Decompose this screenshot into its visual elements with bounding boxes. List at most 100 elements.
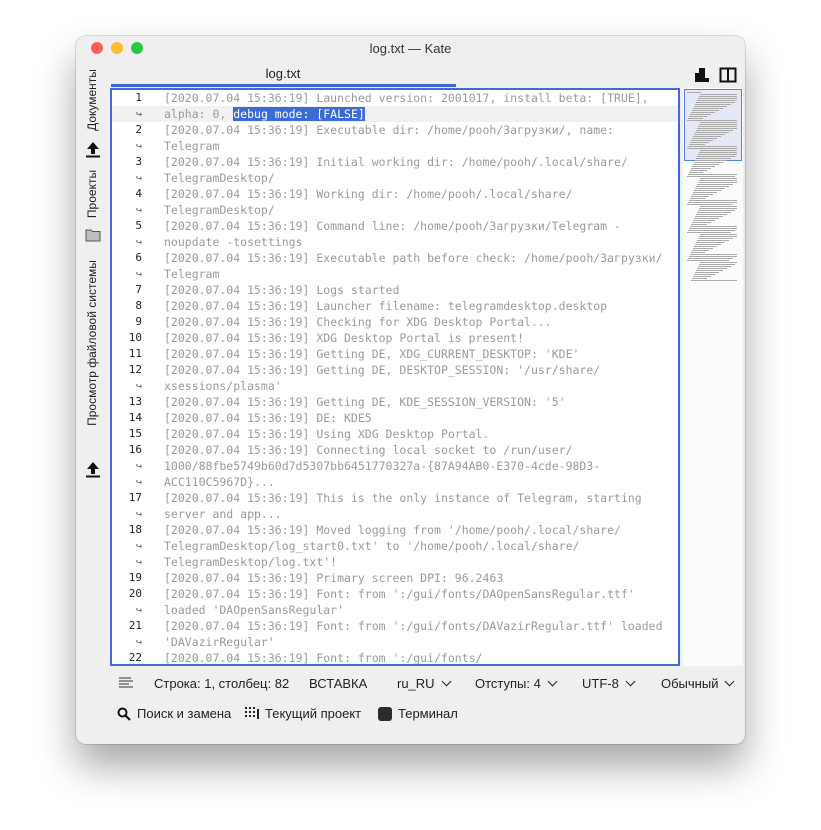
tab-label: log.txt: [265, 66, 301, 81]
editor-line-wrapped[interactable]: ↪ Telegram: [112, 266, 678, 282]
selected-text: debug mode: [FALSE]: [233, 107, 365, 121]
split-vertical-icon[interactable]: [719, 67, 737, 83]
indent-select[interactable]: Отступы: 4: [475, 676, 558, 691]
editor-line[interactable]: 20 [2020.07.04 15:36:19] Font: from ':/gu…: [112, 586, 678, 602]
minimap-line: [697, 268, 727, 269]
wrap-marker-icon: ↪: [135, 605, 142, 616]
minimap-line: [692, 194, 713, 195]
line-text: noupdate -tosettings: [164, 235, 303, 249]
document-icon[interactable]: [119, 677, 133, 689]
line-text: [2020.07.04 15:36:19] Initial working di…: [164, 155, 628, 169]
minimap-line: [689, 116, 707, 117]
minimap-line: [691, 168, 711, 169]
minimap-line: [693, 248, 713, 249]
editor-line[interactable]: 18 [2020.07.04 15:36:19] Moved logging fr…: [112, 522, 678, 538]
minimap[interactable]: [683, 88, 743, 666]
title-bar: log.txt — Kate: [76, 36, 745, 60]
line-text: TelegramDesktop/log.txt'!: [164, 555, 338, 569]
editor-line-wrapped[interactable]: ↪ alpha: 0, debug mode: [FALSE]: [112, 106, 678, 122]
editor-line-wrapped[interactable]: ↪ Telegram: [112, 138, 678, 154]
minimap-line: [691, 112, 715, 113]
minimap-line: [696, 158, 731, 159]
editor-line[interactable]: 4 [2020.07.04 15:36:19] Working dir: /hom…: [112, 186, 678, 202]
editor-line[interactable]: 11 [2020.07.04 15:36:19] Getting DE, XDG_…: [112, 346, 678, 362]
minimap-line: [692, 166, 715, 167]
editor-line[interactable]: 16 [2020.07.04 15:36:19] Connecting local…: [112, 442, 678, 458]
cursor-position[interactable]: Строка: 1, столбец: 82: [154, 676, 289, 691]
editor-line[interactable]: 3 [2020.07.04 15:36:19] Initial working d…: [112, 154, 678, 170]
editor-line[interactable]: 13 [2020.07.04 15:36:19] Getting DE, KDE_…: [112, 394, 678, 410]
editor-line-wrapped[interactable]: ↪ 1000/88fbe5749b60d7d5307bb6451770327a-{…: [112, 458, 678, 474]
editor-line[interactable]: 9 [2020.07.04 15:36:19] Checking for XDG …: [112, 314, 678, 330]
minimap-line: [691, 140, 713, 141]
editor-line[interactable]: 5 [2020.07.04 15:36:19] Command line: /ho…: [112, 218, 678, 234]
editor-line[interactable]: 7 [2020.07.04 15:36:19] Logs started: [112, 282, 678, 298]
minimap-line: [690, 142, 709, 143]
minimap-line: [696, 186, 729, 187]
editor-line[interactable]: 19 [2020.07.04 15:36:19] Primary screen D…: [112, 570, 678, 586]
upload-icon: [86, 462, 100, 478]
upload-icon: [86, 142, 100, 158]
minimap-line: [689, 228, 737, 229]
minimap-line: [696, 214, 727, 215]
terminal-button[interactable]: Терминал: [378, 706, 458, 721]
editor-line[interactable]: 8 [2020.07.04 15:36:19] Launcher filename…: [112, 298, 678, 314]
editor-line[interactable]: 10 [2020.07.04 15:36:19] XDG Desktop Port…: [112, 330, 678, 346]
dictionary-select[interactable]: ru_RU: [397, 676, 452, 691]
wrap-marker-icon: ↪: [135, 205, 142, 216]
line-text: loaded 'DAOpenSansRegular': [164, 603, 345, 617]
minimap-line: [695, 188, 725, 189]
editor-line[interactable]: 1 [2020.07.04 15:36:19] Launched version:…: [112, 90, 678, 106]
line-text: Telegram: [164, 139, 220, 153]
editor-line-wrapped[interactable]: ↪ noupdate -tosettings: [112, 234, 678, 250]
line-number: 7: [135, 283, 142, 296]
split-view-icon[interactable]: [693, 67, 711, 83]
minimap-line: [687, 232, 731, 233]
editor-line-wrapped[interactable]: ↪ 'DAVazirRegular': [112, 634, 678, 650]
line-text: [2020.07.04 15:36:19] XDG Desktop Portal…: [164, 331, 525, 345]
sidebar-item-projects[interactable]: Проекты: [85, 170, 99, 218]
editor-line-wrapped[interactable]: ↪ loaded 'DAOpenSansRegular': [112, 602, 678, 618]
sidebar-item-documents[interactable]: Документы: [85, 69, 99, 131]
editor-line-wrapped[interactable]: ↪ TelegramDesktop/: [112, 170, 678, 186]
minimap-line: [689, 144, 705, 145]
minimap-line: [693, 136, 721, 137]
project-grid-icon: [245, 706, 259, 719]
minimap-line: [693, 220, 715, 221]
current-project-button[interactable]: Текущий проект: [245, 706, 361, 721]
input-mode[interactable]: ВСТАВКА: [309, 676, 367, 691]
editor-line-wrapped[interactable]: ↪ xsessions/plasma': [112, 378, 678, 394]
highlighting-select[interactable]: Обычный: [661, 676, 735, 691]
line-text: [2020.07.04 15:36:19] Logs started: [164, 283, 400, 297]
tab-log-txt[interactable]: log.txt: [110, 62, 456, 88]
editor-line-wrapped[interactable]: ↪ TelegramDesktop/log_start0.txt' to '/ho…: [112, 538, 678, 554]
encoding-select[interactable]: UTF-8: [582, 676, 636, 691]
line-number: 9: [135, 315, 142, 328]
line-number: 11: [128, 347, 142, 360]
wrap-marker-icon: ↪: [135, 509, 142, 520]
editor-line[interactable]: 6 [2020.07.04 15:36:19] Executable path b…: [112, 250, 678, 266]
sidebar-item-filesystem-browser[interactable]: Просмотр файловой системы: [85, 260, 99, 426]
editor-line[interactable]: 12 [2020.07.04 15:36:19] Getting DE, DESK…: [112, 362, 678, 378]
editor-line[interactable]: 14 [2020.07.04 15:36:19] DE: KDE5: [112, 410, 678, 426]
minimap-line: [691, 280, 737, 281]
editor-line[interactable]: 17 [2020.07.04 15:36:19] This is the only…: [112, 490, 678, 506]
line-number: 21: [128, 619, 142, 632]
text-editor[interactable]: 1 [2020.07.04 15:36:19] Launched version:…: [110, 88, 680, 666]
wrap-marker-icon: ↪: [135, 461, 142, 472]
editor-line-wrapped[interactable]: ↪ TelegramDesktop/log.txt'!: [112, 554, 678, 570]
minimap-line: [700, 150, 737, 151]
editor-line-wrapped[interactable]: ↪ TelegramDesktop/: [112, 202, 678, 218]
minimap-line: [688, 174, 737, 175]
search-replace-button[interactable]: Поиск и замена: [117, 706, 231, 721]
editor-line-wrapped[interactable]: ↪ server and app...: [112, 506, 678, 522]
line-text: 1000/88fbe5749b60d7d5307bb6451770327a-{8…: [164, 459, 601, 473]
editor-line[interactable]: 22 [2020.07.04 15:36:19] Font: from ':/gu…: [112, 650, 678, 664]
editor-line[interactable]: 2 [2020.07.04 15:36:19] Executable dir: /…: [112, 122, 678, 138]
editor-line[interactable]: 21 [2020.07.04 15:36:19] Font: from ':/gu…: [112, 618, 678, 634]
editor-line-wrapped[interactable]: ↪ ACC110C5967D}...: [112, 474, 678, 490]
minimap-line: [697, 184, 733, 185]
line-text: TelegramDesktop/: [164, 203, 275, 217]
editor-line[interactable]: 15 [2020.07.04 15:36:19] Using XDG Deskto…: [112, 426, 678, 442]
minimap-line: [698, 210, 735, 211]
